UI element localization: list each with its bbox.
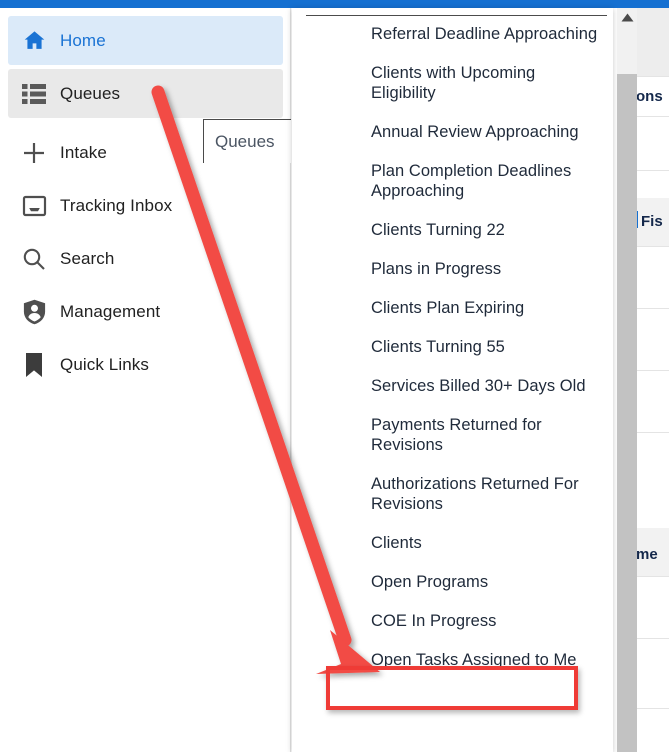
screenshot-root: ons Fis me Home Queues Intake Tracking I… bbox=[0, 0, 669, 752]
sidebar-item-quick-links[interactable]: Quick Links bbox=[8, 340, 283, 389]
menu-item-open-programs[interactable]: Open Programs bbox=[292, 572, 613, 592]
sidebar-item-tracking-inbox[interactable]: Tracking Inbox bbox=[8, 181, 283, 230]
background-table-content: ons Fis me bbox=[636, 8, 669, 752]
queues-tooltip: Queues bbox=[203, 119, 291, 163]
triangle-up-icon[interactable] bbox=[617, 8, 637, 26]
inbox-icon bbox=[8, 194, 60, 218]
sidebar-item-label: Home bbox=[60, 30, 106, 50]
menu-item-plans-in-progress[interactable]: Plans in Progress bbox=[292, 259, 613, 279]
home-icon bbox=[8, 28, 60, 53]
sidebar-item-label: Intake bbox=[60, 142, 107, 162]
bg-fragment-2: me bbox=[636, 546, 658, 563]
menu-item-clients[interactable]: Clients bbox=[292, 533, 613, 553]
sidebar-item-management[interactable]: Management bbox=[8, 287, 283, 336]
menu-item-clients-plan-expiring[interactable]: Clients Plan Expiring bbox=[292, 298, 613, 318]
queues-menu-list: Referral Deadline Approaching Clients wi… bbox=[292, 24, 613, 689]
panel-top-divider bbox=[306, 15, 607, 16]
sidebar-item-label: Queues bbox=[60, 83, 121, 103]
menu-item-coe-in-progress[interactable]: COE In Progress bbox=[292, 611, 613, 631]
sidebar-item-label: Search bbox=[60, 248, 115, 268]
menu-item-referral-deadline-approaching[interactable]: Referral Deadline Approaching bbox=[292, 24, 613, 44]
bg-fragment-1: Fis bbox=[641, 213, 663, 230]
sidebar-item-queues[interactable]: Queues bbox=[8, 69, 283, 118]
bookmark-icon bbox=[8, 352, 60, 378]
sidebar-item-home[interactable]: Home bbox=[8, 16, 283, 65]
app-top-bar bbox=[0, 0, 669, 8]
sidebar-item-label: Management bbox=[60, 301, 161, 321]
sidebar-item-label: Quick Links bbox=[60, 354, 149, 374]
menu-item-open-tasks-assigned-to-me[interactable]: Open Tasks Assigned to Me bbox=[292, 650, 613, 670]
menu-item-clients-turning-22[interactable]: Clients Turning 22 bbox=[292, 220, 613, 240]
shield-person-icon bbox=[8, 299, 60, 325]
tooltip-label: Queues bbox=[215, 131, 275, 151]
menu-item-services-billed-30-days-old[interactable]: Services Billed 30+ Days Old bbox=[292, 376, 613, 396]
menu-item-clients-with-upcoming-eligibility[interactable]: Clients with Upcoming Eligibility bbox=[292, 63, 613, 103]
menu-item-annual-review-approaching[interactable]: Annual Review Approaching bbox=[292, 122, 613, 142]
sidebar-item-label: Tracking Inbox bbox=[60, 195, 173, 215]
plus-icon bbox=[8, 140, 60, 166]
sidebar-item-search[interactable]: Search bbox=[8, 234, 283, 283]
list-icon bbox=[8, 83, 60, 105]
menu-item-clients-turning-55[interactable]: Clients Turning 55 bbox=[292, 337, 613, 357]
menu-item-payments-returned-for-revisions[interactable]: Payments Returned for Revisions bbox=[292, 415, 613, 455]
menu-item-authorizations-returned-for-revisions[interactable]: Authorizations Returned For Revisions bbox=[292, 474, 613, 514]
panel-scrollbar-thumb[interactable] bbox=[617, 74, 637, 752]
search-icon bbox=[8, 246, 60, 272]
menu-item-plan-completion-deadlines-approaching[interactable]: Plan Completion Deadlines Approaching bbox=[292, 161, 613, 201]
bg-fragment-0: ons bbox=[636, 88, 663, 105]
queues-flyout-panel: Referral Deadline Approaching Clients wi… bbox=[292, 8, 613, 752]
